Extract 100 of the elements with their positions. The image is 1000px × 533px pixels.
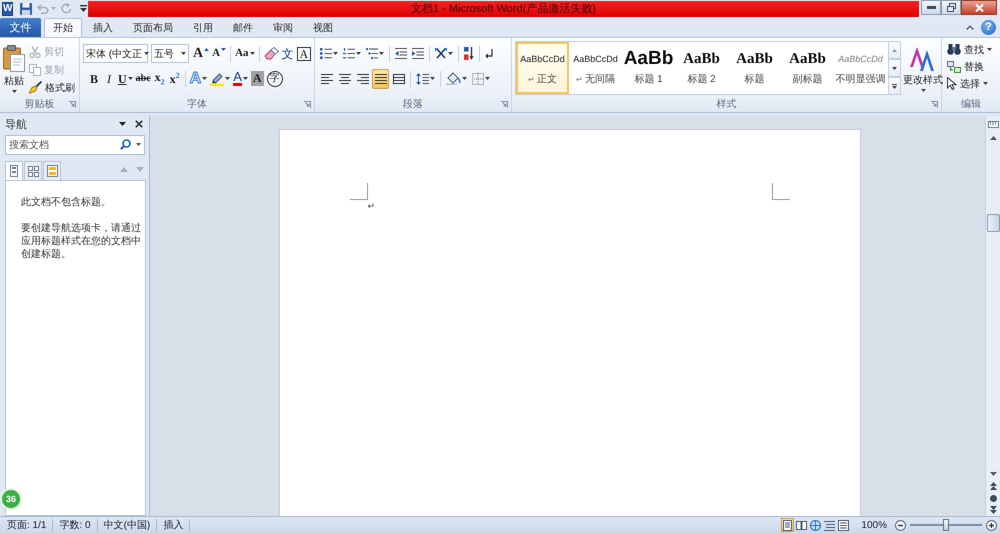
minimize-icon: [926, 6, 936, 9]
caret-icon: [485, 77, 490, 80]
style-option[interactable]: AaBbCcDd 不明显强调: [834, 42, 887, 94]
caret-up-icon: [204, 48, 210, 50]
restore-icon: [946, 3, 956, 12]
web-layout-button[interactable]: [809, 518, 822, 532]
close-icon: [974, 4, 984, 12]
font-name-field[interactable]: 宋体 (中文正: [83, 44, 148, 63]
paste-button[interactable]: 粘贴: [3, 40, 25, 96]
font-size-field[interactable]: 五号: [151, 44, 189, 63]
eraser-icon: [264, 47, 279, 60]
close-button[interactable]: [961, 0, 997, 15]
shrink-font-button[interactable]: A: [211, 44, 228, 64]
dialog-launcher-icon[interactable]: [931, 100, 938, 108]
select-button[interactable]: 选择: [945, 75, 994, 92]
navigation-tab[interactable]: [43, 161, 61, 180]
double-triangle-down-icon: [990, 506, 996, 514]
phonetic-guide-button[interactable]: 文: [280, 44, 295, 64]
zoom-slider-thumb[interactable]: [943, 519, 949, 531]
caret-icon: [892, 66, 897, 70]
align-justify-icon: [374, 74, 386, 84]
clipboard-icon: [3, 45, 25, 72]
dialog-launcher-icon[interactable]: [501, 100, 508, 108]
strikethrough-button[interactable]: abc: [134, 68, 152, 88]
find-button[interactable]: 查找: [945, 41, 994, 58]
caret-icon: [144, 52, 150, 55]
corner-mark-icon: [350, 183, 368, 200]
format-painter-button[interactable]: 格式刷: [27, 79, 77, 96]
page-lines-icon: [838, 520, 850, 530]
caret-icon: [987, 48, 992, 51]
italic-button[interactable]: I: [102, 68, 116, 88]
status-text[interactable]: 字数: 0: [53, 518, 98, 532]
dialog-launcher-icon[interactable]: [69, 100, 76, 108]
highlighter-pen-icon: [210, 72, 224, 86]
caret-icon: [12, 90, 16, 93]
navigation-tab[interactable]: [5, 161, 23, 180]
zoom-level[interactable]: 100%: [861, 520, 887, 530]
app-logo[interactable]: W: [2, 2, 14, 16]
change-case-button[interactable]: Aa: [234, 44, 256, 64]
caret-with-bar-icon: [892, 84, 897, 88]
caret-icon: [242, 77, 248, 80]
group-label: 编辑: [961, 98, 981, 111]
search-icon[interactable]: [120, 139, 131, 150]
ribbon-tab[interactable]: 插入: [84, 18, 122, 37]
caret-icon: [202, 77, 208, 80]
zoom-in-button[interactable]: [986, 520, 997, 530]
status-text[interactable]: 页面: 1/1: [1, 518, 54, 532]
style-option[interactable]: AaBb 副标题: [781, 42, 834, 94]
search-field[interactable]: 搜索文档: [5, 135, 145, 155]
font-color-button[interactable]: A: [232, 68, 249, 88]
underline-button[interactable]: U: [117, 68, 134, 88]
navigation-tab[interactable]: [24, 161, 42, 180]
gallery-scroll-down-button[interactable]: [889, 59, 901, 77]
print-layout-button[interactable]: [781, 518, 794, 532]
enclose-characters-button[interactable]: 字: [266, 68, 284, 88]
caret-icon: [379, 52, 384, 55]
scroll-thumb[interactable]: [986, 214, 1000, 232]
superscript-button[interactable]: x$^{2}$: [168, 68, 182, 88]
ribbon-tab[interactable]: 邮件: [224, 18, 262, 37]
ribbon-tab[interactable]: 页面布局: [124, 18, 182, 37]
grow-font-button[interactable]: A: [192, 44, 210, 64]
zoom-out-button[interactable]: [895, 520, 906, 530]
multilevel-list-icon: [366, 48, 378, 59]
replace-button[interactable]: 替换: [945, 58, 994, 75]
caret-icon: [333, 52, 338, 55]
file-tab[interactable]: 文件: [0, 18, 41, 37]
pane-close-button[interactable]: [134, 118, 144, 130]
caret-down-icon: [221, 48, 226, 50]
bold-button[interactable]: B: [87, 68, 101, 88]
style-option[interactable]: AaBb 标题 2: [675, 42, 728, 94]
dialog-launcher-icon[interactable]: [304, 100, 311, 108]
style-option[interactable]: AaBbCcDd ↵ 正文: [516, 42, 569, 94]
style-option[interactable]: AaBb 标题: [728, 42, 781, 94]
ribbon-tab[interactable]: 审阅: [264, 18, 302, 37]
paint-bucket-icon: [446, 72, 461, 85]
ribbon-tab[interactable]: 视图: [304, 18, 342, 37]
subscript-button[interactable]: x$_{2}$: [152, 68, 167, 88]
style-option[interactable]: AaBb 标题 1: [622, 42, 675, 94]
ribbon-tab[interactable]: 引用: [184, 18, 222, 37]
minimize-button[interactable]: [921, 0, 941, 15]
caret-icon: [119, 122, 126, 126]
change-styles-button[interactable]: 更改样式: [903, 40, 943, 96]
caret-icon: [356, 52, 361, 55]
triangle-down-icon: [990, 472, 996, 476]
status-text[interactable]: 插入: [157, 518, 190, 532]
character-shading-button[interactable]: A: [250, 68, 265, 88]
gallery-more-button[interactable]: [889, 77, 901, 95]
ribbon-tab[interactable]: 开始: [44, 18, 82, 37]
justify-button[interactable]: [372, 68, 389, 88]
caret-icon: [250, 52, 255, 55]
double-triangle-up-icon: [990, 482, 996, 490]
save-button[interactable]: [19, 1, 34, 16]
status-text[interactable]: 中文(中国): [98, 518, 158, 532]
caret-icon: [128, 77, 133, 80]
outline-view-button[interactable]: [823, 518, 836, 532]
restore-button[interactable]: [941, 0, 961, 15]
full-screen-reading-button[interactable]: [795, 518, 808, 532]
draft-view-button[interactable]: [837, 518, 850, 532]
style-option[interactable]: AaBbCcDd ↵ 无间隔: [569, 42, 622, 94]
caret-icon[interactable]: [136, 143, 141, 146]
